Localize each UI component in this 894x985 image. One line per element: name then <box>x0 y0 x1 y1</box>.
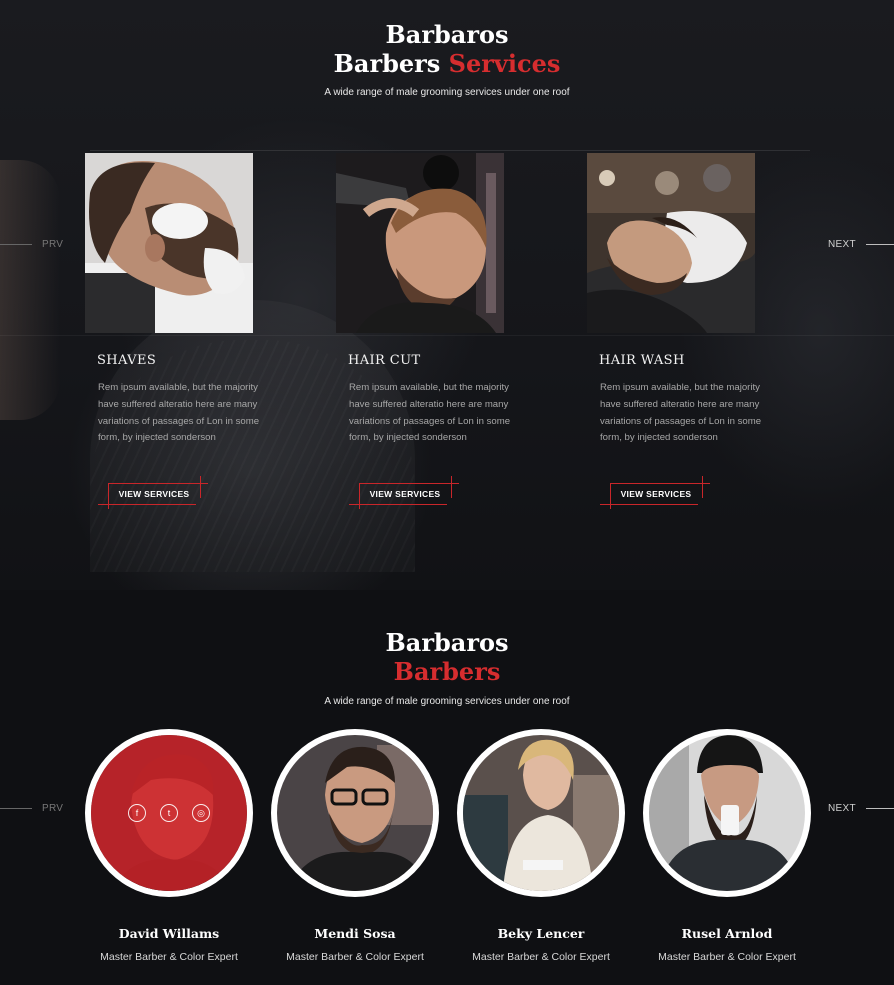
member-name: Mendi Sosa <box>314 926 396 941</box>
member-photo[interactable]: f t ◎ <box>85 729 253 897</box>
member-name: David Willams <box>118 926 220 941</box>
team-prev-button[interactable]: PRV <box>0 803 63 814</box>
button-border <box>200 476 201 498</box>
service-title: HAIR CUT <box>348 353 421 368</box>
button-border <box>610 483 611 509</box>
view-services-label: VIEW SERVICES <box>118 489 190 499</box>
member-social-overlay: f t ◎ <box>91 735 247 891</box>
prev-line-icon <box>0 244 32 245</box>
member-name: Rusel Arnlod <box>681 926 773 941</box>
service-description: Rem ipsum available, but the majority ha… <box>98 382 260 444</box>
button-border <box>108 483 109 509</box>
divider-line <box>90 150 810 151</box>
view-services-button[interactable]: VIEW SERVICES <box>600 476 712 510</box>
member-role: Master Barber & Color Expert <box>472 951 610 963</box>
button-border <box>349 504 447 505</box>
view-services-button[interactable]: VIEW SERVICES <box>98 476 210 510</box>
button-border <box>702 476 703 498</box>
hairwash-service-image <box>587 153 755 333</box>
service-title: SHAVES <box>97 353 157 368</box>
team-next-button[interactable]: NEXT <box>828 803 894 814</box>
service-description: Rem ipsum available, but the majority ha… <box>349 382 511 444</box>
view-services-button[interactable]: VIEW SERVICES <box>349 476 461 510</box>
shave-service-image <box>85 153 253 333</box>
member-role: Master Barber & Color Expert <box>658 951 796 963</box>
prev-line-icon <box>0 808 32 809</box>
button-border <box>451 476 452 498</box>
services-title-red: Services <box>448 49 561 78</box>
team-title-line1: Barbaros <box>385 628 509 657</box>
service-description: Rem ipsum available, but the majority ha… <box>600 382 762 444</box>
button-border <box>600 504 698 505</box>
button-border <box>359 483 360 509</box>
button-border <box>359 483 459 484</box>
instagram-icon[interactable]: ◎ <box>192 804 210 822</box>
services-title: Barbaros Barbers Services <box>0 20 894 78</box>
team-next-label: NEXT <box>828 803 856 814</box>
view-services-label: VIEW SERVICES <box>369 489 441 499</box>
member-role: Master Barber & Color Expert <box>100 951 238 963</box>
service-title: HAIR WASH <box>599 353 685 368</box>
team-prev-label: PRV <box>42 803 64 814</box>
divider-line <box>0 335 894 336</box>
team-subtitle: A wide range of male grooming services u… <box>324 696 570 707</box>
button-border <box>610 483 710 484</box>
services-prev-label: PRV <box>42 239 64 250</box>
services-title-white: Barbers <box>333 49 441 78</box>
member-photo[interactable] <box>457 729 625 897</box>
services-next-button[interactable]: NEXT <box>828 239 894 250</box>
services-subtitle: A wide range of male grooming services u… <box>324 87 570 98</box>
next-line-icon <box>865 808 894 809</box>
member-photo[interactable] <box>271 729 439 897</box>
member-role: Master Barber & Color Expert <box>286 951 424 963</box>
twitter-icon[interactable]: t <box>160 804 178 822</box>
haircut-service-image <box>336 153 504 333</box>
team-title-red: Barbers <box>393 657 501 686</box>
facebook-icon[interactable]: f <box>128 804 146 822</box>
view-services-label: VIEW SERVICES <box>620 489 692 499</box>
services-next-label: NEXT <box>828 239 856 250</box>
services-title-line2: Barbers Services <box>0 49 894 78</box>
next-line-icon <box>865 244 894 245</box>
team-title: Barbaros Barbers <box>0 628 894 686</box>
button-border <box>108 483 208 484</box>
background-hand <box>0 160 60 420</box>
button-border <box>98 504 196 505</box>
member-photo[interactable] <box>643 729 811 897</box>
member-name: Beky Lencer <box>497 926 585 941</box>
services-prev-button[interactable]: PRV <box>0 239 63 250</box>
services-title-line1: Barbaros <box>385 20 509 49</box>
